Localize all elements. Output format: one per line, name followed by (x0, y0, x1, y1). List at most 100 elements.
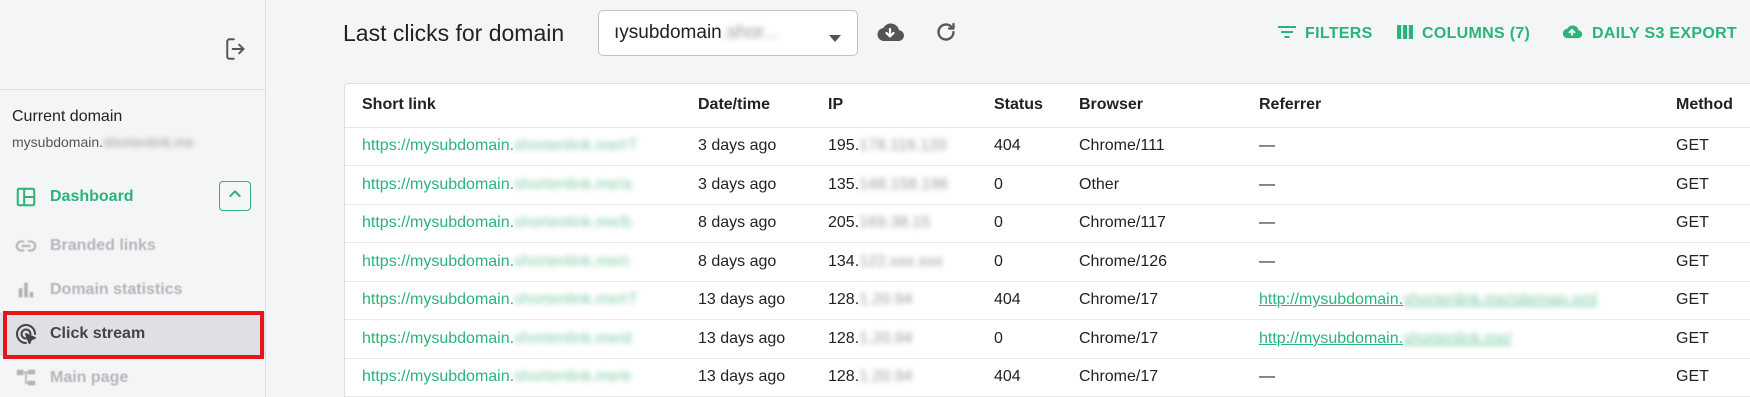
referrer-text: — (1259, 252, 1275, 270)
ip-text: 128. (828, 291, 860, 309)
table-row[interactable]: https://mysubdomain.shortenlink.me/a 3 da… (345, 165, 1750, 205)
cell-datetime: 13 days ago (681, 358, 811, 397)
dashboard-collapse-button[interactable] (219, 181, 251, 211)
caret-down-icon (829, 30, 841, 48)
download-button[interactable] (874, 19, 906, 49)
ip-text: 195. (828, 137, 860, 155)
click-stream-table: Short link Date/time IP Status Browser R… (344, 83, 1750, 397)
columns-icon (1397, 24, 1422, 44)
table-row[interactable]: https://mysubdomain.shortenlink.me/b 8 da… (345, 204, 1750, 243)
short-link-text: https://mysubdomain. (362, 137, 515, 155)
cell-browser: Chrome/17 (1062, 281, 1242, 320)
cell-browser: Chrome/117 (1062, 204, 1242, 243)
short-link[interactable]: https://mysubdomain.shortenlink.me/a (362, 176, 631, 193)
sidebar-item-domain-statistics[interactable]: Domain statistics (0, 268, 265, 312)
logout-button[interactable] (222, 36, 252, 66)
click-icon (14, 322, 38, 346)
short-link[interactable]: https://mysubdomain.shortenlink.me/b (362, 214, 631, 231)
cell-method: GET (1659, 358, 1750, 397)
cell-short-link: https://mysubdomain.shortenlink.me/a (345, 165, 681, 205)
cell-status: 404 (977, 127, 1062, 166)
table-row[interactable]: https://mysubdomain.shortenlink.me/d 13 d… (345, 319, 1750, 359)
cell-browser: Other (1062, 165, 1242, 205)
sidebar-divider (0, 89, 266, 90)
clicks-table: Short link Date/time IP Status Browser R… (345, 84, 1750, 397)
referrer-link[interactable]: http://mysubdomain.shortenlink.me/sitema… (1259, 291, 1597, 308)
short-link[interactable]: https://mysubdomain.shortenlink.me/c (362, 253, 631, 270)
cell-method: GET (1659, 281, 1750, 320)
short-link[interactable]: https://mysubdomain.shortenlink.me/e (362, 368, 631, 385)
cell-status: 0 (977, 242, 1062, 282)
sidebar: Current domain mysubdomain.shortenlink.m… (0, 0, 266, 397)
referrer-text: — (1259, 214, 1275, 232)
short-link[interactable]: https://mysubdomain.shortenlink.me/rT (362, 291, 638, 308)
short-link-text: https://mysubdomain. (362, 214, 515, 232)
bar-chart-icon (14, 278, 38, 302)
table-body: https://mysubdomain.shortenlink.me/rT 3 d… (345, 127, 1750, 397)
cell-datetime: 8 days ago (681, 242, 811, 282)
current-domain-label: Current domain (12, 108, 123, 125)
column-header-datetime[interactable]: Date/time (681, 84, 811, 128)
short-link-text: https://mysubdomain. (362, 175, 515, 193)
ip-text: 128. (828, 329, 860, 347)
table-row[interactable]: https://mysubdomain.shortenlink.me/rT 13 … (345, 281, 1750, 320)
domain-select[interactable]: ıysubdomain.shor... (598, 10, 858, 56)
cell-datetime: 13 days ago (681, 319, 811, 359)
cell-referrer: — (1242, 242, 1659, 282)
cell-short-link: https://mysubdomain.shortenlink.me/b (345, 204, 681, 243)
columns-button[interactable]: COLUMNS (7) (1397, 22, 1530, 46)
cell-status: 0 (977, 319, 1062, 359)
referrer-text: http://mysubdomain. (1259, 291, 1404, 309)
short-link-text: https://mysubdomain. (362, 329, 515, 347)
cell-status: 0 (977, 204, 1062, 243)
short-link-text: https://mysubdomain. (362, 291, 515, 309)
daily-s3-export-button[interactable]: DAILY S3 EXPORT (1561, 22, 1737, 46)
column-header-referrer[interactable]: Referrer (1242, 84, 1659, 128)
cell-short-link: https://mysubdomain.shortenlink.me/rT (345, 127, 681, 166)
domain-select-value: ıysubdomain.shor... (614, 22, 779, 44)
cell-ip: 128.1.20.94 (811, 358, 977, 397)
chevron-up-icon (227, 186, 243, 207)
page-title: Last clicks for domain (343, 20, 565, 46)
column-header-method[interactable]: Method (1659, 84, 1750, 128)
cell-short-link: https://mysubdomain.shortenlink.me/d (345, 319, 681, 359)
short-link[interactable]: https://mysubdomain.shortenlink.me/rT (362, 137, 638, 154)
ip-text: 135. (828, 175, 860, 193)
dashboard-icon (14, 185, 38, 209)
daily-s3-export-label: DAILY S3 EXPORT (1592, 25, 1737, 42)
sidebar-item-click-stream[interactable]: Click stream (0, 312, 265, 356)
referrer-link[interactable]: http://mysubdomain.shortenlink.me/ (1259, 330, 1512, 347)
filters-button[interactable]: FILTERS (1278, 22, 1373, 46)
refresh-button[interactable] (930, 19, 962, 49)
cell-method: GET (1659, 204, 1750, 243)
sidebar-item-main-page-label: Main page (50, 369, 129, 386)
column-header-status[interactable]: Status (977, 84, 1062, 128)
cell-referrer: — (1242, 204, 1659, 243)
sidebar-item-branded-links-label: Branded links (50, 237, 156, 254)
cell-datetime: 3 days ago (681, 127, 811, 166)
column-header-ip[interactable]: IP (811, 84, 977, 128)
current-domain-value: mysubdomain.shortenlink.me (12, 134, 194, 150)
short-link[interactable]: https://mysubdomain.shortenlink.me/d (362, 330, 631, 347)
column-header-browser[interactable]: Browser (1062, 84, 1242, 128)
sidebar-item-dashboard-label: Dashboard (50, 188, 134, 205)
short-link-text: https://mysubdomain. (362, 368, 515, 386)
sidebar-item-branded-links[interactable]: Branded links (0, 224, 265, 268)
table-row[interactable]: https://mysubdomain.shortenlink.me/c 8 da… (345, 242, 1750, 282)
short-link-blurred: shortenlink.me/e (514, 368, 632, 386)
table-row[interactable]: https://mysubdomain.shortenlink.me/e 13 d… (345, 358, 1750, 397)
columns-label: COLUMNS (7) (1422, 25, 1531, 42)
cell-referrer: — (1242, 165, 1659, 205)
short-link-blurred: shortenlink.me/c (514, 252, 631, 270)
cell-status: 0 (977, 165, 1062, 205)
cell-datetime: 13 days ago (681, 281, 811, 320)
cell-ip: 128.1.20.94 (811, 319, 977, 359)
sidebar-item-main-page[interactable]: Main page (0, 356, 265, 397)
cell-method: GET (1659, 165, 1750, 205)
ip-blurred: 178.116.120 (859, 137, 947, 155)
ip-blurred: 148.158.196 (859, 175, 949, 193)
table-row[interactable]: https://mysubdomain.shortenlink.me/rT 3 d… (345, 127, 1750, 166)
cell-ip: 135.148.158.196 (811, 165, 977, 205)
column-header-short-link[interactable]: Short link (345, 84, 681, 128)
short-link-blurred: shortenlink.me/rT (514, 291, 638, 309)
